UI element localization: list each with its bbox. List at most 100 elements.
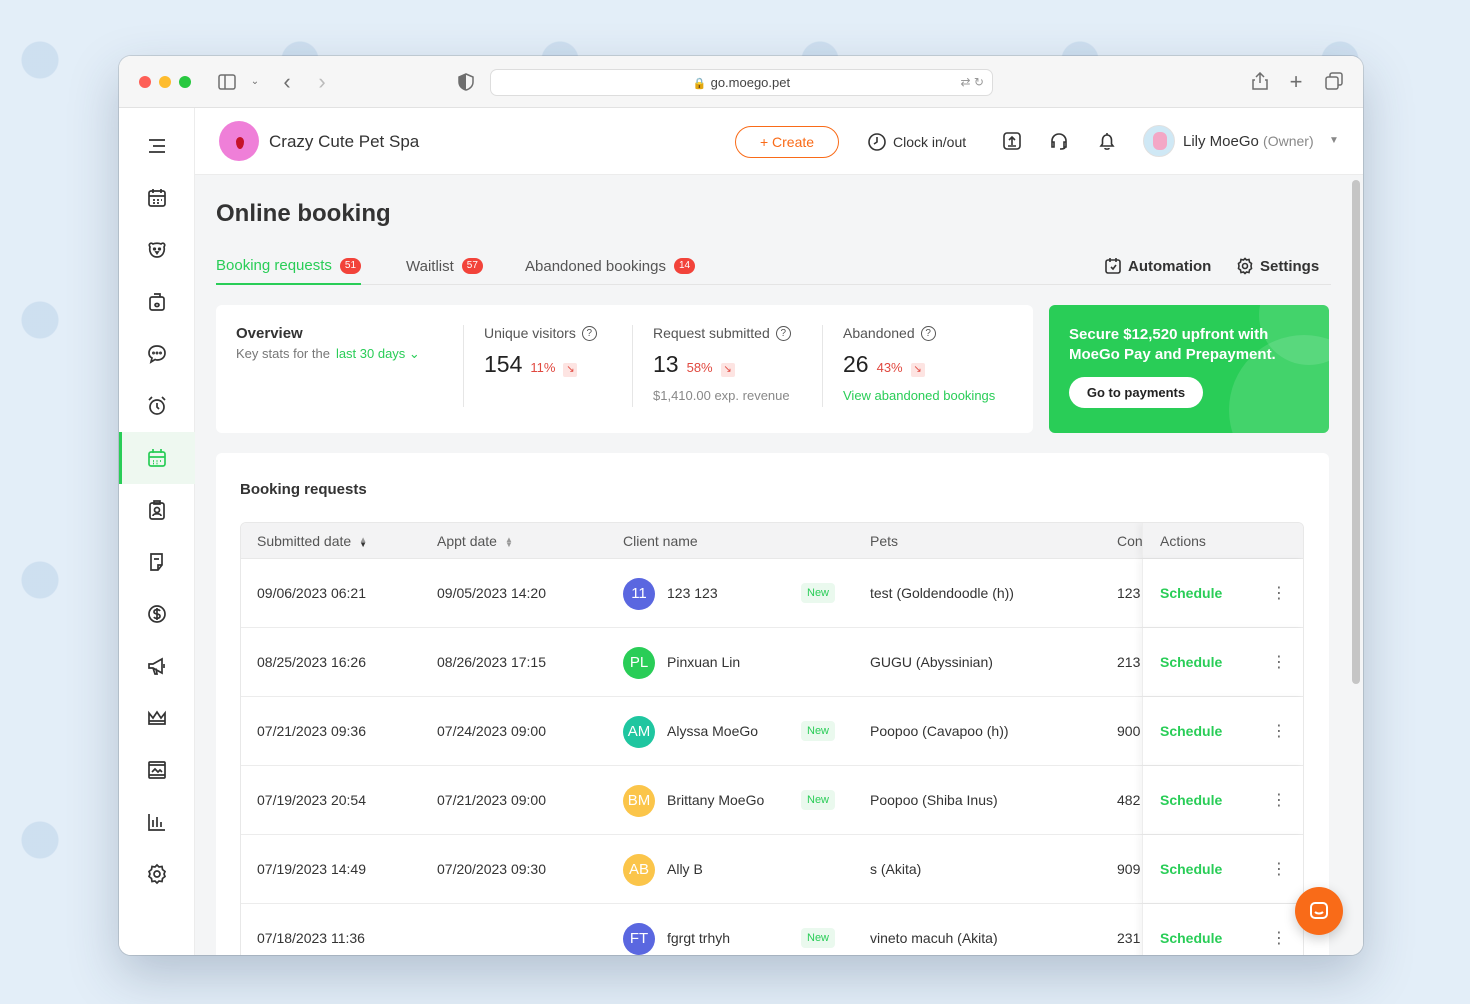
help-icon[interactable]: ?	[775, 325, 791, 341]
sort-icon[interactable]: ▲ ▼	[505, 536, 513, 549]
translate-icon[interactable]: ⇄ ↻	[961, 70, 984, 95]
arrow-down-right-icon: ↘	[720, 363, 735, 377]
reports-icon[interactable]	[119, 796, 195, 848]
submitted-date: 09/06/2023 06:21	[257, 585, 366, 601]
business-logo[interactable]	[219, 121, 259, 161]
back-icon[interactable]: ‹	[277, 71, 297, 93]
create-button[interactable]: + Create	[735, 126, 839, 158]
user-menu-caret-icon[interactable]: ▼	[1329, 135, 1339, 146]
table-row[interactable]: 08/25/2023 16:26 08/26/2023 17:15 PL Pinxua…	[241, 628, 1303, 697]
address-bar[interactable]: 🔒 go.moego.pet ⇄ ↻	[490, 69, 993, 96]
client-name[interactable]: 123 123	[667, 559, 718, 628]
submitted-date: 07/21/2023 09:36	[257, 723, 366, 739]
share-icon[interactable]	[1250, 71, 1270, 92]
schedule-button[interactable]: Schedule	[1160, 697, 1222, 766]
schedule-button[interactable]: Schedule	[1160, 835, 1222, 904]
more-options-icon[interactable]: ⋮	[1271, 766, 1287, 835]
client-name[interactable]: Alyssa MoeGo	[667, 697, 758, 766]
help-icon[interactable]: ?	[920, 325, 936, 341]
submitted-date: 07/18/2023 11:36	[257, 930, 365, 946]
tab-abandoned-bookings[interactable]: Abandoned bookings 14	[525, 248, 696, 284]
table-row[interactable]: 07/19/2023 14:49 07/20/2023 09:30 AB Ally B…	[241, 835, 1303, 904]
new-client-tag: New	[801, 721, 836, 741]
schedule-button[interactable]: Schedule	[1160, 766, 1222, 835]
chat-icon[interactable]	[119, 328, 195, 380]
sidebar-toggle-icon[interactable]	[217, 72, 237, 92]
headset-icon[interactable]	[1048, 130, 1070, 152]
tab-booking-requests[interactable]: Booking requests 51	[216, 248, 362, 285]
client-card-icon[interactable]	[119, 484, 195, 536]
scrollbar[interactable]	[1352, 180, 1360, 684]
table-header: Submitted date ▲ ▼ Appt date ▲ ▼ Client name…	[241, 523, 1303, 559]
more-options-icon[interactable]: ⋮	[1271, 628, 1287, 697]
table-row[interactable]: 07/19/2023 20:54 07/21/2023 09:00 BM Britta…	[241, 766, 1303, 835]
alarm-icon[interactable]	[119, 380, 195, 432]
table-row[interactable]: 07/18/2023 11:36 FT fgrgt trhyh New vineto m…	[241, 904, 1303, 955]
tab-waitlist[interactable]: Waitlist 57	[406, 248, 483, 284]
zoom-window-button[interactable]	[179, 76, 191, 88]
chat-bubble-icon	[1310, 902, 1328, 919]
tabs-overview-icon[interactable]	[1324, 72, 1344, 92]
go-to-payments-button[interactable]: Go to payments	[1069, 377, 1203, 408]
minimize-window-button[interactable]	[159, 76, 171, 88]
clock-in-out-button[interactable]: Clock in/out	[867, 132, 966, 152]
chevron-down-icon[interactable]: ⌄	[245, 72, 265, 92]
overview-subtitle: Key stats for the last 30 days ⌄	[236, 346, 420, 362]
client-name[interactable]: fgrgt trhyh	[667, 904, 730, 955]
new-tab-icon[interactable]: +	[1286, 71, 1306, 93]
column-appt-date[interactable]: Appt date ▲ ▼	[437, 523, 513, 559]
settings-button[interactable]: Settings	[1236, 248, 1319, 284]
stat-value: 26	[843, 351, 869, 377]
settings-label: Settings	[1260, 257, 1320, 275]
crown-icon[interactable]	[119, 692, 195, 744]
date-range-dropdown[interactable]: last 30 days ⌄	[336, 346, 420, 361]
table-row[interactable]: 07/21/2023 09:36 07/24/2023 09:00 AM Alyssa…	[241, 697, 1303, 766]
settings-icon[interactable]	[119, 848, 195, 900]
more-options-icon[interactable]: ⋮	[1271, 697, 1287, 766]
client-name[interactable]: Ally B	[667, 835, 703, 904]
pet-icon[interactable]	[119, 224, 195, 276]
agreement-icon[interactable]	[119, 536, 195, 588]
client-name[interactable]: Pinxuan Lin	[667, 628, 740, 697]
schedule-button[interactable]: Schedule	[1160, 628, 1222, 697]
photo-icon[interactable]	[119, 744, 195, 796]
schedule-button[interactable]: Schedule	[1160, 904, 1222, 955]
grooming-icon[interactable]	[119, 276, 195, 328]
more-options-icon[interactable]: ⋮	[1271, 904, 1287, 955]
calendar-icon[interactable]	[119, 172, 195, 224]
more-options-icon[interactable]: ⋮	[1271, 559, 1287, 628]
dollar-icon[interactable]	[119, 588, 195, 640]
appt-date: 08/26/2023 17:15	[437, 654, 546, 670]
menu-icon[interactable]	[119, 120, 195, 172]
column-submitted-date[interactable]: Submitted date ▲ ▼	[257, 523, 367, 559]
stat-label: Request submitted	[653, 325, 770, 341]
stat-request-submitted: Request submitted? 13 58% ↘ $1,410.00 exp.…	[653, 325, 791, 403]
divider	[632, 325, 633, 407]
schedule-button[interactable]: Schedule	[1160, 559, 1222, 628]
forward-icon[interactable]: ›	[312, 71, 332, 93]
client-avatar: AM	[623, 716, 655, 748]
user-menu[interactable]: Lily MoeGo (Owner)	[1183, 133, 1314, 150]
more-options-icon[interactable]: ⋮	[1271, 835, 1287, 904]
business-name[interactable]: Crazy Cute Pet Spa	[269, 132, 419, 152]
sort-icon[interactable]: ▲ ▼	[359, 536, 367, 549]
help-icon[interactable]: ?	[581, 325, 597, 341]
upload-icon[interactable]	[1001, 130, 1023, 152]
megaphone-icon[interactable]	[119, 640, 195, 692]
bell-icon[interactable]	[1096, 130, 1118, 152]
support-chat-button[interactable]	[1295, 887, 1343, 935]
view-abandoned-bookings-link[interactable]: View abandoned bookings	[843, 388, 995, 403]
actions-cell: Schedule ⋮	[1142, 697, 1303, 766]
shield-icon[interactable]	[456, 72, 476, 92]
client-avatar: FT	[623, 923, 655, 955]
automation-button[interactable]: Automation	[1104, 248, 1211, 284]
online-booking-icon[interactable]	[119, 432, 195, 484]
close-window-button[interactable]	[139, 76, 151, 88]
user-role: (Owner)	[1263, 133, 1314, 149]
table-row[interactable]: 09/06/2023 06:21 09/05/2023 14:20 11 123 12…	[241, 559, 1303, 628]
user-avatar[interactable]	[1143, 125, 1175, 157]
arrow-down-right-icon: ↘	[910, 363, 925, 377]
stat-abandoned: Abandoned? 26 43% ↘ View abandoned booking…	[843, 325, 995, 403]
appt-date: 07/21/2023 09:00	[437, 792, 546, 808]
client-name[interactable]: Brittany MoeGo	[667, 766, 764, 835]
